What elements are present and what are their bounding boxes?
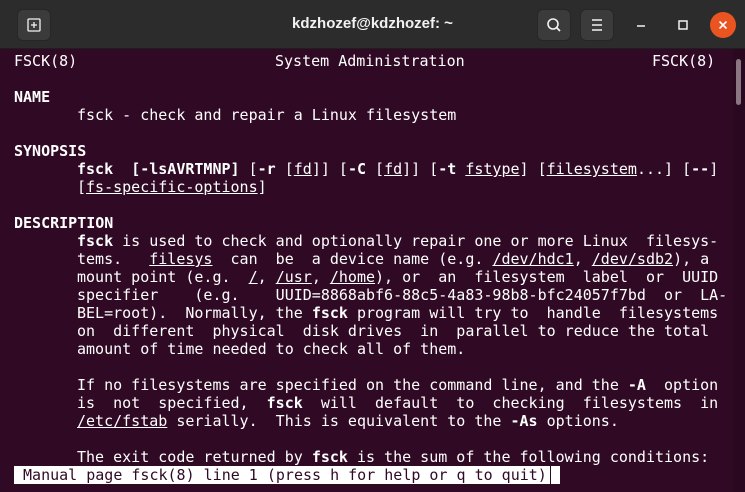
minimize-icon: [637, 25, 645, 27]
maximize-icon: [678, 20, 688, 30]
synopsis-cmd: fsck: [77, 160, 114, 178]
synopsis-text: [: [366, 160, 385, 178]
description-text: ), or an filesystem label or UUID: [375, 268, 719, 286]
search-icon: [547, 18, 561, 32]
man-header-right: FSCK(8): [652, 52, 716, 70]
description-text: ,: [311, 268, 330, 286]
bold-term: fsck: [77, 232, 114, 250]
description-line: on different physical disk drives in par…: [77, 322, 710, 340]
bold-term: fsck: [266, 394, 303, 412]
synopsis-line-2: [fs-specific-options]: [77, 178, 267, 196]
underlined-term: /dev/hdc1: [492, 250, 574, 268]
synopsis-opt-lsa: [-lsAVRTMNP]: [131, 160, 240, 178]
synopsis-text: ]: [257, 178, 267, 196]
underlined-term: filesys: [149, 250, 213, 268]
description-line: specifier (e.g. UUID=8868abf6-88c5-4a83-…: [77, 286, 728, 304]
terminal-output[interactable]: FSCK(8) System Administration FSCK(8) NA…: [0, 49, 732, 492]
synopsis-text: ]] [: [311, 160, 348, 178]
synopsis-text: [456, 160, 465, 178]
underlined-term: /home: [329, 268, 376, 286]
description-line: If no filesystems are specified on the c…: [77, 376, 718, 394]
text-cursor: [551, 466, 560, 484]
description-line: is not specified, fsck will default to c…: [77, 394, 718, 412]
synopsis-arg-filesystem: filesystem: [546, 160, 637, 178]
description-line: /etc/fstab serially. This is equivalent …: [77, 412, 619, 430]
search-button[interactable]: [537, 9, 571, 41]
name-description: fsck - check and repair a Linux filesyst…: [77, 106, 457, 124]
pager-status-line: Manual page fsck(8) line 1 (press h for …: [14, 466, 550, 484]
underlined-term: /dev/sdb2: [591, 250, 674, 268]
description-line: The exit code returned by fsck is the su…: [77, 448, 709, 466]
synopsis-arg-fstype: fstype: [465, 160, 520, 178]
description-text: BEL=root). Normally, the: [77, 304, 312, 322]
description-text: is the sum of the following conditions:: [347, 448, 710, 466]
synopsis-flag-t: -t: [438, 160, 457, 178]
description-text: will default to checking filesystems in: [302, 394, 719, 412]
description-line: BEL=root). Normally, the fsck program wi…: [77, 304, 718, 322]
synopsis-flag-dashdash: --: [691, 160, 710, 178]
bold-term: -A: [627, 376, 646, 394]
description-text: ,: [257, 268, 276, 286]
close-icon: [718, 20, 728, 30]
description-text: tems.: [77, 250, 150, 268]
man-header-center: System Administration: [275, 52, 465, 70]
minimize-button[interactable]: [628, 12, 654, 38]
description-text: The exit code returned by: [77, 448, 312, 466]
description-text: option: [645, 376, 719, 394]
scrollbar[interactable]: [733, 49, 745, 492]
description-line: fsck is used to check and optionally rep…: [77, 232, 718, 250]
synopsis-arg-fd: fd: [384, 160, 403, 178]
synopsis-arg-fs-specific: fs-specific-options: [86, 178, 258, 196]
description-line: mount point (e.g. /, /usr, /home), or an…: [77, 268, 718, 286]
description-heading: DESCRIPTION: [14, 214, 114, 232]
description-text: can be a device name (e.g.: [212, 250, 493, 268]
bold-term: fsck: [311, 304, 348, 322]
synopsis-text: [: [77, 178, 87, 196]
synopsis-text: ] [: [519, 160, 547, 178]
description-text: ,: [573, 250, 592, 268]
bold-term: -As: [510, 412, 538, 430]
description-text: options.: [537, 412, 619, 430]
description-line: amount of time needed to check all of th…: [77, 340, 466, 358]
close-button[interactable]: [710, 12, 736, 38]
terminal-window: kdzhozef@kdzhozef: ~ FSCK(8) System Admi…: [0, 0, 745, 492]
name-heading: NAME: [14, 88, 51, 106]
underlined-term: /: [248, 268, 258, 286]
synopsis-text: [: [275, 160, 294, 178]
synopsis-flag-c: -C: [347, 160, 366, 178]
synopsis-flag-r: -r: [257, 160, 276, 178]
synopsis-text: ]: [709, 160, 719, 178]
maximize-button[interactable]: [670, 12, 696, 38]
underlined-term: /etc/fstab: [77, 412, 168, 430]
title-bar: kdzhozef@kdzhozef: ~: [0, 0, 745, 49]
scrollbar-thumb[interactable]: [736, 59, 741, 105]
menu-button[interactable]: [580, 9, 614, 41]
description-text: If no filesystems are specified on the c…: [77, 376, 628, 394]
description-line: tems. filesys can be a device name (e.g.…: [77, 250, 709, 268]
description-text: program will try to handle filesystems: [347, 304, 719, 322]
description-text: mount point (e.g.: [77, 268, 249, 286]
synopsis-text: [: [239, 160, 258, 178]
description-text: is used to check and optionally repair o…: [113, 232, 719, 250]
underlined-term: /usr: [275, 268, 312, 286]
synopsis-heading: SYNOPSIS: [14, 142, 87, 160]
synopsis-line-1: fsck [-lsAVRTMNP] [-r [fd]] [-C [fd]] [-…: [77, 160, 718, 178]
description-text: is not specified,: [77, 394, 267, 412]
man-header-left: FSCK(8): [14, 52, 78, 70]
description-text: serially. This is equivalent to the: [167, 412, 511, 430]
synopsis-text: ]] [: [402, 160, 439, 178]
synopsis-text: ...] [: [636, 160, 692, 178]
hamburger-menu-icon: [592, 19, 602, 31]
synopsis-arg-fd: fd: [293, 160, 312, 178]
bold-term: fsck: [311, 448, 348, 466]
description-text: ), a: [673, 250, 710, 268]
